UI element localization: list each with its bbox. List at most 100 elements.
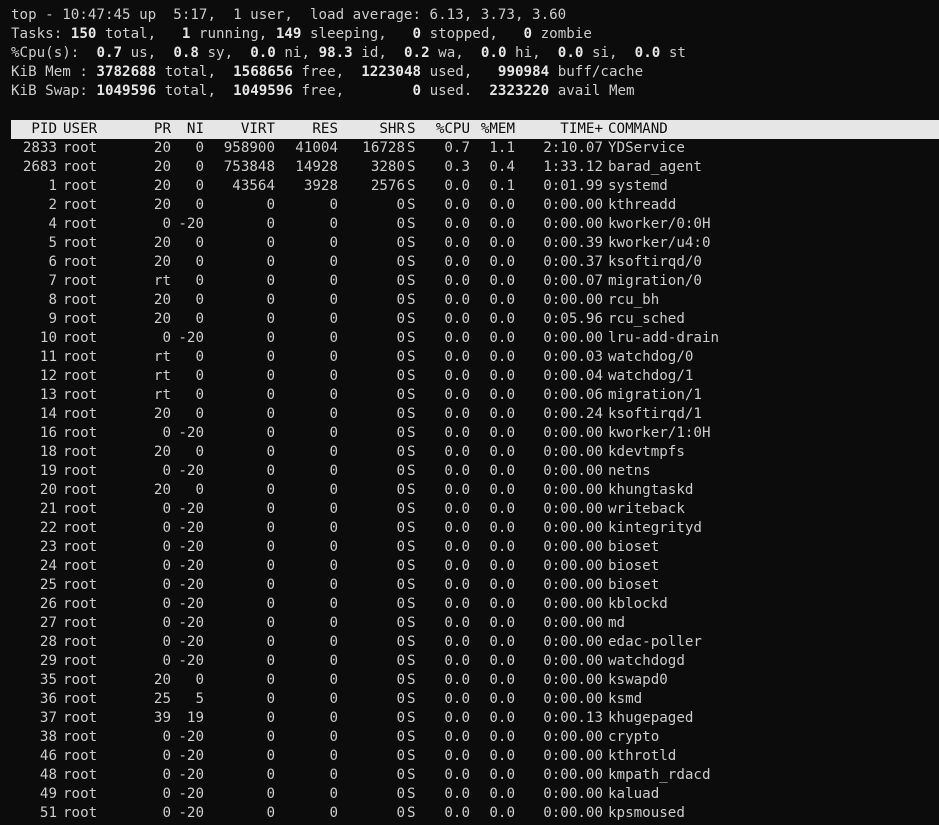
table-row[interactable]: 37 root 39 19 0 0 0 S 0.0 0.0 0:00.13 khugepaged: [11, 709, 939, 728]
cell-cpu-time: 0:00.00: [543, 292, 603, 308]
cell-state: S: [407, 805, 416, 821]
cell-user: root: [63, 482, 98, 498]
cell-nice: 0: [195, 292, 204, 308]
cell-mem-percent: 0.0: [489, 273, 515, 289]
cell-priority: 20: [153, 140, 171, 156]
cell-pid: 46: [39, 748, 57, 764]
table-row[interactable]: 25 root 0 -20 0 0 0 S 0.0 0.0 0:00.00 bioset: [11, 576, 939, 595]
table-row[interactable]: 27 root 0 -20 0 0 0 S 0.0 0.0 0:00.00 md: [11, 614, 939, 633]
cell-nice: -20: [178, 748, 204, 764]
cell-res: 0: [329, 349, 338, 365]
table-row[interactable]: 2683 root 20 0 753848 14928 3280 S 0.3 0.4 1:33.12…: [11, 158, 939, 177]
cell-shr: 0: [396, 311, 405, 327]
cell-cpu-percent: 0.0: [444, 349, 470, 365]
table-row[interactable]: 7 root rt 0 0 0 0 S 0.0 0.0 0:00.07 migration/0: [11, 272, 939, 291]
cell-shr: 0: [396, 786, 405, 802]
cell-mem-percent: 0.0: [489, 729, 515, 745]
cell-cpu-time: 0:00.00: [543, 805, 603, 821]
cell-cpu-time: 0:00.00: [543, 672, 603, 688]
cell-cpu-percent: 0.0: [444, 178, 470, 194]
table-row[interactable]: 22 root 0 -20 0 0 0 S 0.0 0.0 0:00.00 kintegrityd: [11, 519, 939, 538]
table-row[interactable]: 9 root 20 0 0 0 0 S 0.0 0.0 0:05.96 rcu_sched: [11, 310, 939, 329]
table-row[interactable]: 20 root 20 0 0 0 0 S 0.0 0.0 0:00.00 khungtaskd: [11, 481, 939, 500]
cell-priority: 0: [162, 216, 171, 232]
cell-shr: 0: [396, 406, 405, 422]
cell-cpu-time: 1:33.12: [543, 159, 603, 175]
table-row[interactable]: 4 root 0 -20 0 0 0 S 0.0 0.0 0:00.00 kworker/0:0H: [11, 215, 939, 234]
table-row[interactable]: 19 root 0 -20 0 0 0 S 0.0 0.0 0:00.00 netns: [11, 462, 939, 481]
cell-command: kworker/1:0H: [608, 425, 711, 441]
cell-virt: 0: [266, 653, 275, 669]
cell-command: migration/0: [608, 273, 702, 289]
cell-mem-percent: 0.1: [489, 178, 515, 194]
cell-user: root: [63, 463, 98, 479]
table-row[interactable]: 21 root 0 -20 0 0 0 S 0.0 0.0 0:00.00 writeback: [11, 500, 939, 519]
table-row[interactable]: 1 root 20 0 43564 3928 2576 S 0.0 0.1 0:01.99 syste…: [11, 177, 939, 196]
cell-state: S: [407, 444, 416, 460]
cell-priority: rt: [153, 387, 171, 403]
cell-res: 0: [329, 254, 338, 270]
cell-priority: 39: [153, 710, 171, 726]
cell-virt: 0: [266, 387, 275, 403]
cell-cpu-time: 0:00.00: [543, 767, 603, 783]
table-row[interactable]: 11 root rt 0 0 0 0 S 0.0 0.0 0:00.03 watchdog/0: [11, 348, 939, 367]
cell-user: root: [63, 786, 98, 802]
cell-priority: 20: [153, 444, 171, 460]
cell-pid: 7: [48, 273, 57, 289]
table-row[interactable]: 49 root 0 -20 0 0 0 S 0.0 0.0 0:00.00 kaluad: [11, 785, 939, 804]
cell-command: kworker/0:0H: [608, 216, 711, 232]
table-row[interactable]: 2 root 20 0 0 0 0 S 0.0 0.0 0:00.00 kthreadd: [11, 196, 939, 215]
cell-mem-percent: 0.0: [489, 406, 515, 422]
cell-command: netns: [608, 463, 651, 479]
table-row[interactable]: 35 root 20 0 0 0 0 S 0.0 0.0 0:00.00 kswapd0: [11, 671, 939, 690]
cell-nice: -20: [178, 615, 204, 631]
terminal-window[interactable]: top - 10:47:45 up 5:17, 1 user, load ave…: [0, 0, 939, 825]
table-row[interactable]: 18 root 20 0 0 0 0 S 0.0 0.0 0:00.00 kdevtmpfs: [11, 443, 939, 462]
cell-virt: 0: [266, 368, 275, 384]
cell-state: S: [407, 311, 416, 327]
table-row[interactable]: 10 root 0 -20 0 0 0 S 0.0 0.0 0:00.00 lru-add-drain: [11, 329, 939, 348]
table-row[interactable]: 8 root 20 0 0 0 0 S 0.0 0.0 0:00.00 rcu_bh: [11, 291, 939, 310]
table-row[interactable]: 12 root rt 0 0 0 0 S 0.0 0.0 0:00.04 watchdog/1: [11, 367, 939, 386]
cell-res: 0: [329, 710, 338, 726]
table-row[interactable]: 29 root 0 -20 0 0 0 S 0.0 0.0 0:00.00 watchdogd: [11, 652, 939, 671]
table-row[interactable]: 51 root 0 -20 0 0 0 S 0.0 0.0 0:00.00 kpsmoused: [11, 804, 939, 823]
table-row[interactable]: 46 root 0 -20 0 0 0 S 0.0 0.0 0:00.00 kthrotld: [11, 747, 939, 766]
table-row[interactable]: 2833 root 20 0 958900 41004 16728 S 0.7 1.1 2:10.0…: [11, 139, 939, 158]
table-row[interactable]: 36 root 25 5 0 0 0 S 0.0 0.0 0:00.00 ksmd: [11, 690, 939, 709]
table-row[interactable]: 13 root rt 0 0 0 0 S 0.0 0.0 0:00.06 migration/1: [11, 386, 939, 405]
table-row[interactable]: 16 root 0 -20 0 0 0 S 0.0 0.0 0:00.00 kworker/1:0H: [11, 424, 939, 443]
cell-virt: 0: [266, 197, 275, 213]
table-row[interactable]: 26 root 0 -20 0 0 0 S 0.0 0.0 0:00.00 kblockd: [11, 595, 939, 614]
cell-state: S: [407, 140, 416, 156]
cell-res: 0: [329, 672, 338, 688]
table-row[interactable]: 14 root 20 0 0 0 0 S 0.0 0.0 0:00.24 ksoftirqd/1: [11, 405, 939, 424]
cell-mem-percent: 0.0: [489, 767, 515, 783]
cell-pid: 51: [39, 805, 57, 821]
cell-cpu-time: 0:00.07: [543, 273, 603, 289]
table-row[interactable]: 23 root 0 -20 0 0 0 S 0.0 0.0 0:00.00 bioset: [11, 538, 939, 557]
cell-res: 0: [329, 197, 338, 213]
cell-res: 0: [329, 444, 338, 460]
table-row[interactable]: 28 root 0 -20 0 0 0 S 0.0 0.0 0:00.00 edac-poller: [11, 633, 939, 652]
cell-command: kpsmoused: [608, 805, 685, 821]
table-row[interactable]: 5 root 20 0 0 0 0 S 0.0 0.0 0:00.39 kworker/u4:0: [11, 234, 939, 253]
cell-user: root: [63, 425, 98, 441]
table-row[interactable]: 6 root 20 0 0 0 0 S 0.0 0.0 0:00.37 ksoftirqd/0: [11, 253, 939, 272]
cell-command: kmpath_rdacd: [608, 767, 711, 783]
cell-virt: 0: [266, 330, 275, 346]
cell-cpu-time: 0:00.03: [543, 349, 603, 365]
cell-cpu-time: 2:10.07: [543, 140, 603, 156]
table-row[interactable]: 24 root 0 -20 0 0 0 S 0.0 0.0 0:00.00 bioset: [11, 557, 939, 576]
cell-priority: 20: [153, 672, 171, 688]
cell-nice: -20: [178, 577, 204, 593]
cell-user: root: [63, 577, 98, 593]
cell-pid: 24: [39, 558, 57, 574]
table-row[interactable]: 48 root 0 -20 0 0 0 S 0.0 0.0 0:00.00 kmpath_rdacd: [11, 766, 939, 785]
cell-virt: 753848: [223, 159, 275, 175]
cell-user: root: [63, 387, 98, 403]
cell-cpu-time: 0:00.13: [543, 710, 603, 726]
table-row[interactable]: 38 root 0 -20 0 0 0 S 0.0 0.0 0:00.00 crypto: [11, 728, 939, 747]
cell-priority: 20: [153, 406, 171, 422]
cell-priority: 20: [153, 254, 171, 270]
